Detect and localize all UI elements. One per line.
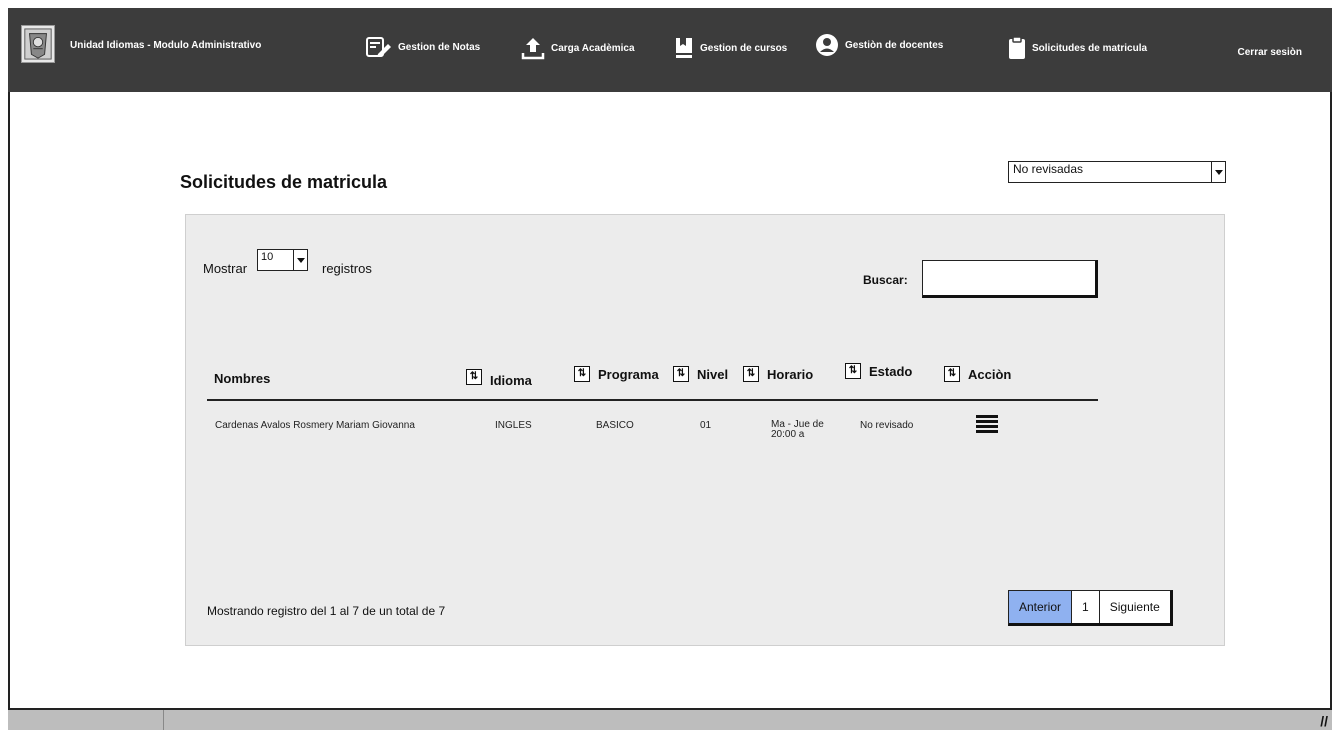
cell-nombres: Cardenas Avalos Rosmery Mariam Giovanna — [215, 420, 415, 431]
university-logo — [21, 25, 55, 63]
cell-horario: Ma - Jue de 20:00 a — [771, 419, 824, 440]
column-label: Nivel — [697, 366, 729, 382]
cell-programa: BASICO — [596, 420, 634, 431]
status-filter-select[interactable]: No revisadas — [1008, 161, 1226, 183]
column-header-horario[interactable]: ⇅ Horario — [743, 366, 813, 382]
chevron-down-icon[interactable] — [293, 250, 307, 270]
sort-icon[interactable]: ⇅ — [574, 366, 590, 382]
page-1-button[interactable]: 1 — [1072, 591, 1100, 623]
pagination: Anterior 1 Siguiente — [1008, 590, 1173, 626]
next-page-button[interactable]: Siguiente — [1100, 591, 1170, 623]
clipboard-icon — [1009, 36, 1025, 59]
column-label: Estado — [869, 363, 913, 379]
sort-icon[interactable]: ⇅ — [673, 366, 689, 382]
column-header-accion[interactable]: ⇅ Acciòn — [944, 366, 1011, 382]
chevron-down-icon[interactable] — [1211, 162, 1225, 182]
nav-label: Gestion de Notas — [398, 41, 481, 53]
top-navbar: Unidad Idiomas - Modulo Administrativo G… — [8, 8, 1332, 92]
nav-solicitudes-matricula[interactable]: Solicitudes de matricula — [1008, 36, 1147, 60]
show-label: Mostrar — [203, 261, 248, 276]
column-label: Horario — [767, 366, 814, 382]
table-info: Mostrando registro del 1 al 7 de un tota… — [207, 604, 446, 618]
column-header-nivel[interactable]: ⇅ Nivel — [673, 366, 728, 382]
nav-gestion-cursos[interactable]: Gestion de cursos — [674, 36, 787, 60]
search-input[interactable] — [922, 260, 1098, 298]
logout-link[interactable]: Cerrar sesiòn — [1238, 47, 1302, 58]
nav-gestion-docentes[interactable]: Gestiòn de docentes — [815, 33, 943, 57]
cell-idioma: INGLES — [495, 420, 532, 431]
column-header-nombres[interactable]: Nombres — [214, 371, 270, 386]
upload-icon — [521, 38, 545, 60]
cell-nivel: 01 — [700, 420, 712, 431]
column-label: Programa — [598, 366, 659, 382]
table-header-divider — [207, 399, 1098, 401]
nav-label: Solicitudes de matricula — [1032, 42, 1148, 54]
window-status-bar: // — [8, 708, 1332, 730]
column-label: Acciòn — [968, 366, 1012, 382]
page-length-value: 10 — [261, 251, 274, 263]
sort-icon[interactable]: ⇅ — [944, 366, 960, 382]
prev-page-button[interactable]: Anterior — [1009, 591, 1073, 623]
search-label: Buscar: — [863, 273, 908, 287]
sort-icon[interactable]: ⇅ — [845, 363, 861, 379]
sort-icon[interactable]: ⇅ — [466, 369, 482, 385]
sort-icon[interactable]: ⇅ — [743, 366, 759, 382]
records-label: registros — [322, 261, 372, 276]
nav-gestion-notas[interactable]: Gestion de Notas — [366, 36, 480, 58]
edit-note-icon — [366, 37, 391, 57]
nav-label: Carga Acadèmica — [551, 42, 635, 54]
column-label: Idioma — [490, 373, 532, 388]
divider — [163, 710, 164, 730]
column-header-programa[interactable]: ⇅ Programa — [574, 366, 659, 382]
page-length-select[interactable]: 10 — [257, 249, 308, 271]
column-header-idioma[interactable]: ⇅ Idioma — [466, 366, 532, 388]
user-circle-icon — [816, 34, 838, 56]
app-title: Unidad Idiomas - Modulo Administrativo — [70, 40, 262, 51]
menu-icon[interactable] — [976, 415, 998, 435]
book-icon — [676, 38, 692, 58]
nav-carga-academica[interactable]: Carga Acadèmica — [521, 36, 635, 60]
page-title: Solicitudes de matricula — [180, 172, 388, 192]
nav-label: Gestion de cursos — [700, 42, 788, 54]
column-label: Nombres — [214, 371, 271, 386]
nav-label: Gestiòn de docentes — [845, 39, 944, 51]
status-filter-value: No revisadas — [1013, 162, 1084, 176]
column-header-estado[interactable]: ⇅ Estado — [845, 363, 912, 379]
resize-handle-icon[interactable]: // — [1320, 713, 1328, 729]
cell-estado: No revisado — [860, 420, 914, 431]
